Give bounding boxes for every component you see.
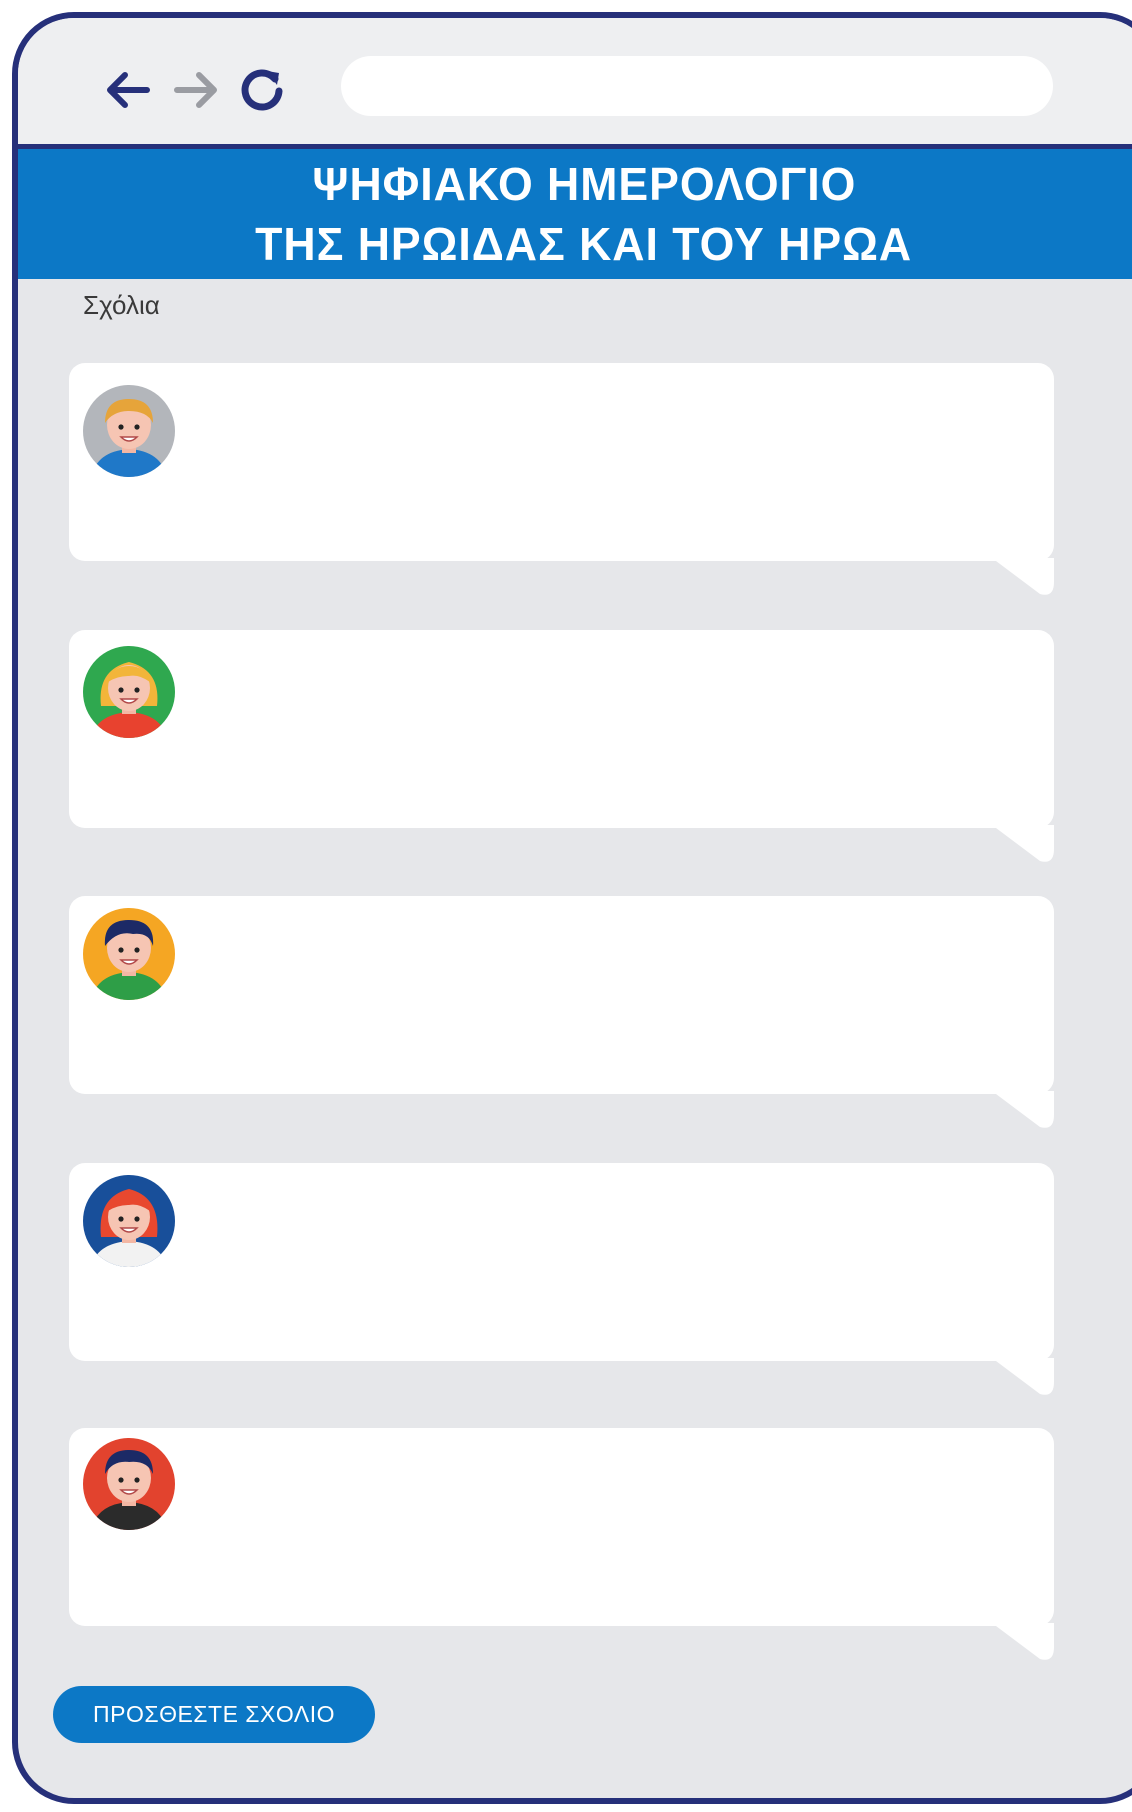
- speech-bubble-tail: [992, 558, 1054, 595]
- girl-red-hair-avatar: [83, 1175, 175, 1267]
- comment-card: [69, 363, 1054, 595]
- comment-card: [69, 1428, 1054, 1660]
- comment-card: [69, 1163, 1054, 1395]
- page-title-line-2: ΤΗΣ ΗΡΩΙΔΑΣ ΚΑΙ ΤΟΥ ΗΡΩΑ: [255, 218, 913, 270]
- back-arrow-icon[interactable]: [98, 60, 158, 120]
- comment-card: [69, 630, 1054, 862]
- boy-dark-hair-avatar: [83, 908, 175, 1000]
- page-title-line-1: ΨΗΦΙΑΚΟ ΗΜΕΡΟΛΟΓΙΟ: [312, 158, 856, 210]
- speech-bubble-tail: [992, 1358, 1054, 1395]
- comment-card: [69, 896, 1054, 1128]
- reload-icon[interactable]: [232, 60, 292, 120]
- url-bar[interactable]: [341, 56, 1053, 116]
- girl-blonde-avatar: [83, 646, 175, 738]
- speech-bubble-tail: [992, 1623, 1054, 1660]
- boy-blond-avatar: [83, 385, 175, 477]
- forward-arrow-icon[interactable]: [166, 60, 226, 120]
- page-header: ΨΗΦΙΑΚΟ ΗΜΕΡΟΛΟΓΙΟ ΤΗΣ ΗΡΩΙΔΑΣ ΚΑΙ ΤΟΥ Η…: [18, 149, 1132, 279]
- boy-red-background-avatar: [83, 1438, 175, 1530]
- speech-bubble-tail: [992, 825, 1054, 862]
- browser-toolbar: [18, 18, 1132, 149]
- add-comment-button[interactable]: ΠΡΟΣΘΕΣΤΕ ΣΧΟΛΙΟ: [53, 1686, 375, 1743]
- speech-bubble-tail: [992, 1091, 1054, 1128]
- comments-section-label: Σχόλια: [83, 290, 160, 320]
